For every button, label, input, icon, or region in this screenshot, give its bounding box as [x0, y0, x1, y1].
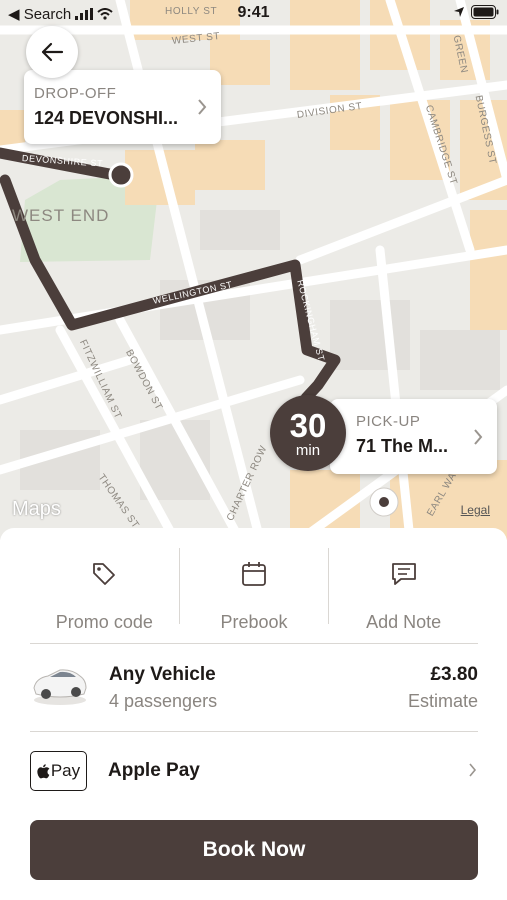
price-estimate-label: Estimate	[407, 691, 478, 711]
note-icon	[391, 563, 416, 585]
tag-icon	[93, 563, 116, 585]
vehicle-name: Any Vehicle	[109, 664, 216, 685]
pickup-card[interactable]: PICK-UP 71 The M...	[330, 399, 497, 474]
arrow-left-icon	[41, 42, 64, 62]
booking-sheet: Promo code Prebook Add Note Any Vehicle …	[0, 528, 507, 900]
promo-code-button[interactable]: Promo code	[30, 548, 179, 632]
car-icon	[33, 669, 87, 705]
chevron-right-icon	[198, 99, 207, 115]
maps-logo: Maps	[12, 498, 61, 520]
pickup-address: 71 The M...	[356, 436, 449, 456]
location-arrow-icon	[454, 7, 464, 17]
map-district-label: WEST END	[12, 206, 110, 225]
chevron-right-icon	[469, 763, 477, 777]
eta-badge: 30 min	[270, 395, 346, 471]
prebook-button[interactable]: Prebook	[178, 548, 329, 632]
eta-value: 30	[289, 407, 327, 444]
vehicle-passengers: 4 passengers	[109, 691, 218, 711]
apple-logo-icon	[37, 763, 50, 778]
dropoff-label: DROP-OFF	[34, 85, 117, 102]
payment-method-label: Apple Pay	[108, 760, 200, 781]
dropoff-card[interactable]: DROP-OFF 124 DEVONSHI...	[24, 70, 221, 144]
pickup-label: PICK-UP	[356, 413, 421, 430]
vehicle-option[interactable]: Any Vehicle 4 passengers £3.80 Estimate	[30, 656, 478, 716]
legal-link[interactable]: Legal	[461, 503, 490, 517]
prebook-label: Prebook	[220, 612, 288, 632]
apple-pay-badge: Pay	[30, 751, 87, 791]
add-note-button[interactable]: Add Note	[328, 548, 478, 632]
eta-unit: min	[295, 442, 321, 459]
add-note-label: Add Note	[366, 612, 442, 632]
battery-icon	[471, 5, 499, 19]
vehicle-price: £3.80	[430, 664, 478, 685]
back-button[interactable]	[26, 26, 78, 78]
calendar-icon	[242, 562, 266, 586]
status-bar: ◀ Search 9:41	[0, 0, 507, 28]
status-time: 9:41	[237, 4, 270, 21]
divider	[30, 643, 478, 644]
promo-code-label: Promo code	[55, 612, 153, 632]
book-now-button[interactable]: Book Now	[30, 820, 478, 880]
action-row: Promo code Prebook Add Note	[30, 548, 478, 632]
divider	[30, 731, 478, 732]
payment-method-row[interactable]: Pay Apple Pay	[30, 751, 478, 793]
dropoff-address: 124 DEVONSHI...	[34, 108, 179, 128]
chevron-right-icon	[474, 428, 483, 445]
